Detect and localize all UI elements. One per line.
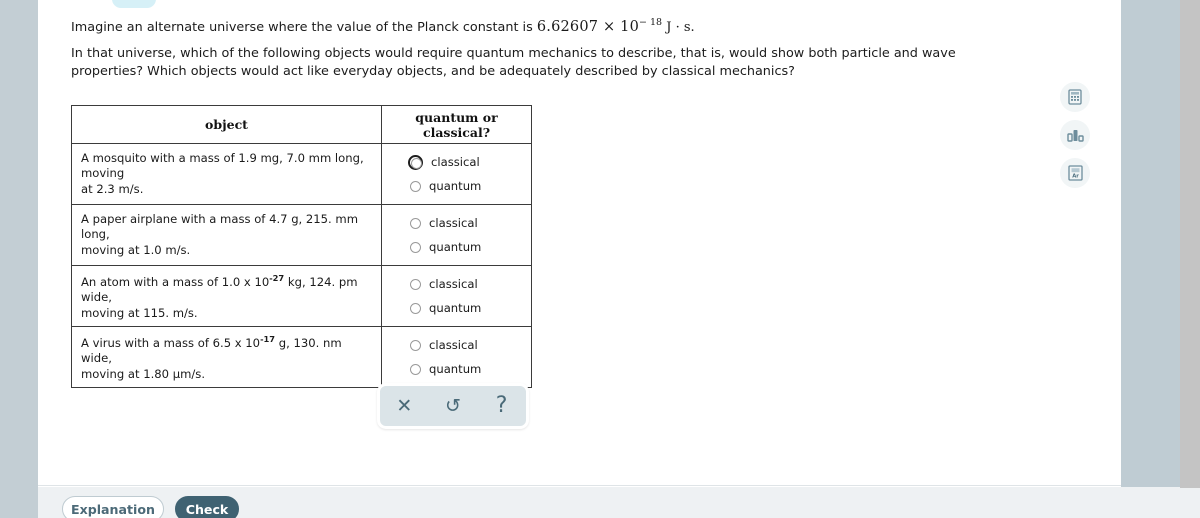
scrollbar-gutter-bottom (1180, 488, 1200, 518)
radio-quantum[interactable] (410, 180, 421, 192)
right-rail (1121, 0, 1180, 518)
calculator-icon (1068, 89, 1082, 105)
radio-classical[interactable] (408, 154, 423, 170)
option-quantum[interactable]: quantum (410, 174, 531, 198)
close-icon: ✕ (396, 394, 413, 417)
option-classical[interactable]: classical (410, 211, 531, 235)
option-label-classical: classical (429, 277, 478, 291)
prompt-line-1: Imagine an alternate universe where the … (71, 13, 1031, 37)
multiplication-sign: × (598, 18, 621, 35)
vertical-scrollbar[interactable] (1180, 0, 1200, 518)
planck-value: 6.62607 × 10− 18 (536, 17, 663, 35)
prompt-line-2: In that universe, which of the following… (71, 46, 956, 79)
object-text-line1: A mosquito with a mass of 1.9 mg, 7.0 mm… (81, 150, 364, 181)
calculator-tool[interactable] (1060, 82, 1090, 112)
periodic-table-icon: Ar (1067, 165, 1083, 181)
clear-button[interactable]: ✕ (387, 391, 421, 421)
answer-options: classical quantum (381, 326, 532, 388)
option-classical[interactable]: classical (410, 272, 531, 296)
object-text-line2: moving at 1.80 µm/s. (81, 366, 205, 381)
left-rail (0, 0, 38, 518)
object-description: An atom with a mass of 1.0 x 10-27 kg, 1… (71, 265, 382, 327)
answer-options: classical quantum (381, 143, 532, 205)
answer-options: classical quantum (381, 265, 532, 327)
object-description: A mosquito with a mass of 1.9 mg, 7.0 mm… (71, 143, 382, 205)
table-row: A mosquito with a mass of 1.9 mg, 7.0 mm… (71, 143, 532, 205)
option-label-quantum: quantum (429, 240, 482, 254)
object-exponent: -17 (260, 333, 276, 344)
option-quantum[interactable]: quantum (410, 235, 531, 259)
table-header-row: object quantum or classical? (71, 105, 532, 144)
radio-classical[interactable] (410, 217, 421, 229)
object-text-line2: moving at 1.0 m/s. (81, 242, 191, 257)
chart-tool[interactable] (1060, 120, 1090, 150)
answer-options: classical quantum (381, 204, 532, 266)
radio-quantum[interactable] (410, 241, 421, 253)
object-text-pre: An atom with a mass of 1.0 x 10 (81, 274, 270, 289)
undo-button[interactable]: ↺ (436, 391, 470, 421)
header-answer: quantum or classical? (381, 105, 532, 144)
object-text-line1: A paper airplane with a mass of 4.7 g, 2… (81, 211, 359, 242)
undo-icon: ↺ (445, 394, 461, 417)
explanation-button[interactable]: Explanation (62, 496, 164, 518)
planck-base: 10 (620, 18, 640, 35)
object-description: A virus with a mass of 6.5 x 10-17 g, 13… (71, 326, 382, 388)
radio-classical[interactable] (410, 339, 421, 351)
radio-quantum[interactable] (410, 363, 421, 375)
planck-exponent: − 18 (639, 17, 663, 28)
bar-chart-icon (1066, 129, 1084, 142)
option-label-quantum: quantum (429, 362, 482, 376)
option-label-classical: classical (431, 155, 480, 169)
question-table: object quantum or classical? A mosquito … (71, 105, 532, 388)
table-row: A virus with a mass of 6.5 x 10-17 g, 13… (71, 326, 532, 388)
table-row: A paper airplane with a mass of 4.7 g, 2… (71, 204, 532, 266)
header-object: object (71, 105, 382, 144)
svg-text:Ar: Ar (1072, 173, 1079, 179)
option-classical[interactable]: classical (410, 333, 531, 357)
object-text-pre: A virus with a mass of 6.5 x 10 (81, 335, 261, 350)
page-root: Imagine an alternate universe where the … (0, 0, 1200, 518)
prompt-line1-before: Imagine an alternate universe where the … (71, 19, 537, 35)
answer-mini-toolbar: ✕ ↺ ? (377, 383, 529, 429)
object-exponent: -27 (269, 272, 285, 283)
option-label-classical: classical (429, 338, 478, 352)
object-text-line2: at 2.3 m/s. (81, 181, 144, 196)
option-label-quantum: quantum (429, 301, 482, 315)
help-button[interactable]: ? (485, 391, 519, 421)
question-icon: ? (495, 393, 508, 418)
object-text-line2: moving at 115. m/s. (81, 305, 198, 320)
radio-classical[interactable] (410, 278, 421, 290)
option-quantum[interactable]: quantum (410, 296, 531, 320)
option-label-quantum: quantum (429, 179, 482, 193)
check-button[interactable]: Check (175, 496, 239, 518)
object-description: A paper airplane with a mass of 4.7 g, 2… (71, 204, 382, 266)
periodic-table-tool[interactable]: Ar (1060, 158, 1090, 188)
option-quantum[interactable]: quantum (410, 357, 531, 381)
option-label-classical: classical (429, 216, 478, 230)
planck-units: J · s. (662, 19, 695, 35)
planck-mantissa: 6.62607 (536, 18, 599, 35)
top-tab-indicator[interactable] (112, 0, 156, 8)
table-row: An atom with a mass of 1.0 x 10-27 kg, 1… (71, 265, 532, 327)
option-classical[interactable]: classical (408, 150, 531, 174)
radio-quantum[interactable] (410, 302, 421, 314)
